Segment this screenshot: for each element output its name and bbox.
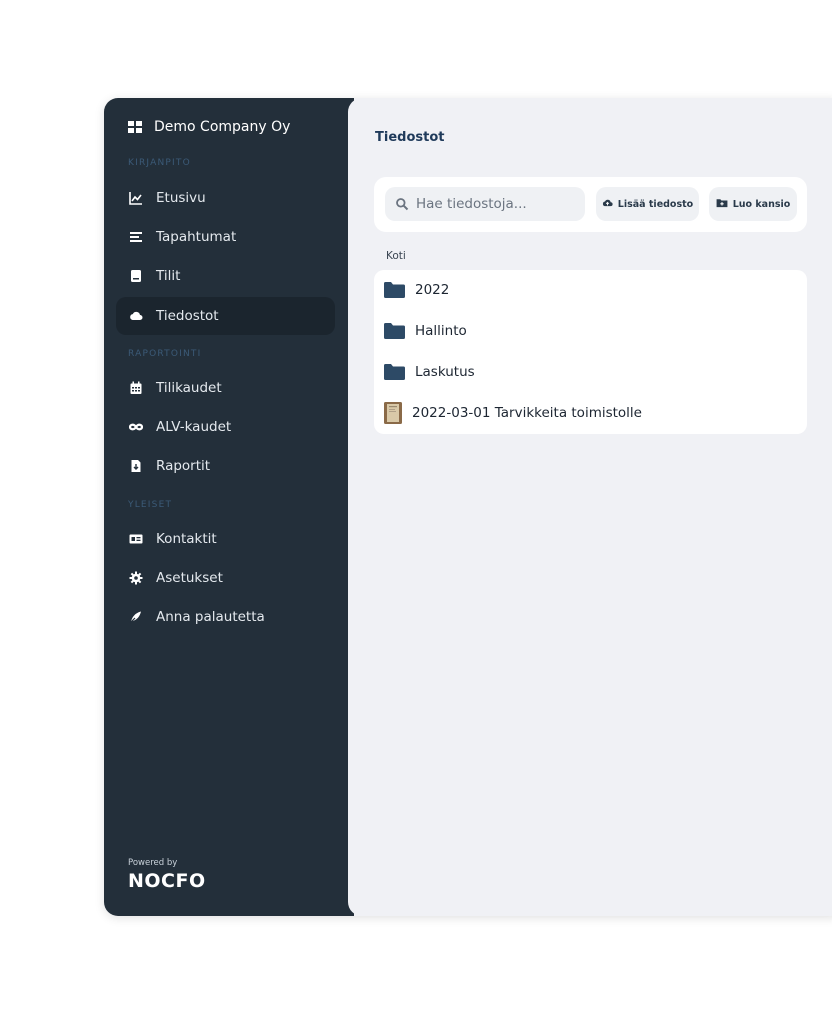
- sidebar-item-alv-kaudet[interactable]: ALV-kaudet: [116, 408, 335, 446]
- folder-icon: [384, 364, 405, 380]
- sidebar-item-label: Tilikaudet: [156, 380, 222, 396]
- sidebar-item-label: Tilit: [156, 268, 181, 284]
- sidebar-item-label: Kontaktit: [156, 531, 217, 547]
- file-name: 2022: [415, 282, 450, 298]
- file-row-folder-hallinto[interactable]: Hallinto: [374, 311, 807, 351]
- sidebar-item-asetukset[interactable]: Asetukset: [116, 559, 335, 597]
- image-thumbnail-icon: [384, 402, 402, 424]
- sidebar-item-label: Etusivu: [156, 190, 206, 206]
- sidebar-item-label: ALV-kaudet: [156, 419, 232, 435]
- infinity-icon: [129, 420, 143, 434]
- file-row-folder-laskutus[interactable]: Laskutus: [374, 352, 807, 392]
- sidebar-item-label: Anna palautetta: [156, 609, 265, 625]
- sidebar-item-tilikaudet[interactable]: Tilikaudet: [116, 369, 335, 407]
- file-row-image-receipt[interactable]: 2022-03-01 Tarvikkeita toimistolle: [374, 393, 807, 433]
- search-input[interactable]: [416, 196, 576, 212]
- section-label-yleiset: YLEISET: [128, 500, 173, 510]
- powered-by-label: Powered by: [128, 858, 178, 868]
- search-box[interactable]: [385, 187, 585, 221]
- page-title: Tiedostot: [375, 130, 445, 145]
- main-content: Tiedostot Lisää tiedosto Luo kansio: [348, 98, 832, 916]
- sidebar-item-label: Asetukset: [156, 570, 223, 586]
- create-folder-button[interactable]: Luo kansio: [709, 187, 797, 221]
- file-name: 2022-03-01 Tarvikkeita toimistolle: [412, 405, 642, 421]
- cloud-icon: [129, 309, 143, 323]
- feather-pen-icon: [129, 610, 143, 624]
- sidebar-item-raportit[interactable]: Raportit: [116, 447, 335, 485]
- file-download-icon: [129, 459, 143, 473]
- calendar-icon: [129, 381, 143, 395]
- chart-line-icon: [129, 191, 143, 205]
- folder-icon: [384, 323, 405, 339]
- add-file-button[interactable]: Lisää tiedosto: [596, 187, 699, 221]
- grid-icon: [128, 120, 142, 134]
- nocfo-logo: NOCFO: [128, 870, 206, 892]
- section-label-kirjanpito: KIRJANPITO: [128, 158, 191, 168]
- book-icon: [129, 269, 143, 283]
- file-list: 2022 Hallinto Laskutus 2022-03-01 Tarvik…: [374, 270, 807, 434]
- folder-plus-icon: [716, 198, 728, 211]
- create-folder-label: Luo kansio: [732, 198, 791, 210]
- sidebar-item-tilit[interactable]: Tilit: [116, 257, 335, 295]
- file-toolbar: Lisää tiedosto Luo kansio: [374, 177, 807, 232]
- list-icon: [129, 230, 143, 244]
- file-name: Laskutus: [415, 364, 475, 380]
- app-window: Demo Company Oy KIRJANPITO Etusivu Tapah…: [104, 98, 832, 916]
- sidebar-item-label: Raportit: [156, 458, 211, 474]
- add-file-label: Lisää tiedosto: [617, 198, 694, 210]
- company-name: Demo Company Oy: [154, 119, 291, 135]
- gear-icon: [129, 571, 143, 585]
- sidebar-item-label: Tiedostot: [156, 308, 219, 324]
- section-label-raportointi: RAPORTOINTI: [128, 349, 202, 359]
- folder-icon: [384, 282, 405, 298]
- sidebar-item-tapahtumat[interactable]: Tapahtumat: [116, 218, 335, 256]
- sidebar-item-label: Tapahtumat: [156, 229, 237, 245]
- file-row-folder-2022[interactable]: 2022: [374, 270, 807, 310]
- id-card-icon: [129, 532, 143, 546]
- sidebar-item-etusivu[interactable]: Etusivu: [116, 179, 335, 217]
- search-icon: [395, 197, 409, 211]
- sidebar-item-anna-palautetta[interactable]: Anna palautetta: [116, 598, 335, 636]
- file-name: Hallinto: [415, 323, 467, 339]
- cloud-upload-icon: [602, 198, 613, 211]
- sidebar: Demo Company Oy KIRJANPITO Etusivu Tapah…: [104, 98, 354, 916]
- company-switcher[interactable]: Demo Company Oy: [128, 119, 290, 135]
- sidebar-item-tiedostot[interactable]: Tiedostot: [116, 297, 335, 335]
- sidebar-item-kontaktit[interactable]: Kontaktit: [116, 520, 335, 558]
- breadcrumb[interactable]: Koti: [386, 250, 406, 262]
